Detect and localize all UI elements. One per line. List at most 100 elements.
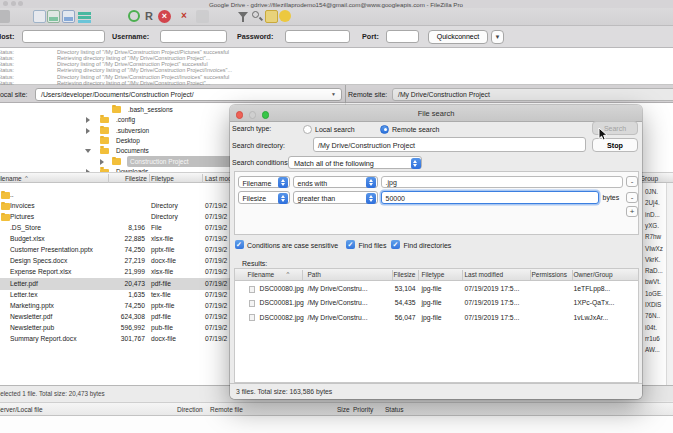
result-row[interactable]: DSC00080.jpg /My Drive/Constru... 53,104… bbox=[235, 282, 638, 296]
queue-col-server-local[interactable]: Server/Local file bbox=[0, 407, 43, 414]
username-input[interactable] bbox=[160, 30, 227, 43]
queue-col-status[interactable]: Status bbox=[385, 407, 403, 414]
dialog-status-bar: 3 files. Total size: 163,586 bytes bbox=[230, 383, 642, 399]
toggle-remote-tree-icon[interactable] bbox=[62, 10, 75, 23]
toolbar: R × × bbox=[0, 8, 673, 26]
minimize-traffic-light[interactable] bbox=[11, 1, 16, 6]
results-col-path[interactable]: Path bbox=[308, 272, 321, 279]
queue-list bbox=[0, 416, 673, 433]
condition-operator-combo[interactable]: ends with bbox=[293, 176, 378, 189]
remove-condition-button[interactable]: - bbox=[626, 176, 638, 187]
password-input[interactable] bbox=[285, 30, 350, 43]
search-conditions-label: Search conditions: bbox=[232, 159, 290, 166]
remote-site-label: Remote site: bbox=[348, 91, 387, 98]
refresh-icon[interactable] bbox=[128, 10, 140, 22]
result-row[interactable]: DSC00081.jpg /My Drive/Constru... 54,435… bbox=[235, 296, 638, 310]
results-col-filesize[interactable]: Filesize bbox=[376, 272, 416, 279]
results-col-filetype[interactable]: Filetype bbox=[422, 272, 445, 279]
filetype-column-header[interactable]: Filetype bbox=[151, 176, 174, 183]
message-log: Status: Directory listing of "/My Drive/… bbox=[0, 48, 673, 85]
remote-site-field[interactable]: /My Drive/Construction Project bbox=[392, 88, 673, 101]
remote-list-scrollbar[interactable] bbox=[666, 183, 673, 385]
match-mode-combo[interactable]: Match all of the following bbox=[288, 156, 422, 169]
results-sort-asc-icon: ^ bbox=[287, 271, 290, 277]
results-col-permissions[interactable]: Permissions bbox=[532, 272, 567, 279]
case-sensitive-checkbox[interactable]: ✓ bbox=[235, 240, 244, 249]
window-title: Google Drive - gdrive://filezillaprodemo… bbox=[209, 2, 463, 8]
site-manager-icon[interactable] bbox=[0, 10, 10, 23]
local-search-label[interactable]: Local search bbox=[315, 126, 355, 133]
condition-value-input[interactable]: .jpg bbox=[381, 176, 623, 189]
zoom-traffic-light[interactable] bbox=[18, 1, 23, 6]
file-icon bbox=[249, 314, 255, 321]
site-bars: Local site: /Users/developer/Documents/C… bbox=[0, 85, 673, 103]
local-search-radio[interactable] bbox=[303, 125, 312, 134]
quickconnect-bar: Host: Username: Password: Port: Quickcon… bbox=[0, 26, 673, 48]
remote-owner-cell: VkrK. bbox=[645, 257, 660, 263]
filter-icon[interactable] bbox=[237, 10, 250, 23]
port-input[interactable] bbox=[386, 30, 419, 43]
find-directories-checkbox[interactable]: ✓ bbox=[391, 240, 400, 249]
remote-owner-cell: i04t. bbox=[645, 325, 657, 331]
search-directory-value: /My Drive/Construction Project bbox=[318, 142, 415, 149]
process-queue-icon[interactable]: R bbox=[145, 11, 153, 22]
condition-field-combo[interactable]: Filesize bbox=[238, 191, 290, 204]
remote-site-path: /My Drive/Construction Project bbox=[398, 92, 490, 99]
local-site-combo[interactable]: /Users/developer/Documents/Construction … bbox=[35, 88, 342, 101]
toggle-queue-icon[interactable] bbox=[78, 10, 91, 23]
queue-col-priority[interactable]: Priority bbox=[353, 407, 373, 414]
results-col-filename[interactable]: Filename bbox=[248, 272, 275, 279]
remote-search-label[interactable]: Remote search bbox=[392, 126, 439, 133]
condition-field-combo[interactable]: Filename bbox=[238, 176, 290, 189]
local-site-dropdown-arrow[interactable]: ▼ bbox=[331, 92, 336, 97]
match-mode-value: Match all of the following bbox=[294, 160, 374, 167]
host-input[interactable] bbox=[22, 30, 105, 43]
dialog-zoom-button[interactable] bbox=[262, 111, 270, 119]
filezilla-window: Google Drive - gdrive://filezillaprodemo… bbox=[0, 0, 673, 433]
filename-column-header[interactable]: Filename bbox=[0, 176, 22, 183]
filesize-column-header[interactable]: Filesize bbox=[110, 176, 147, 183]
dialog-title: File search bbox=[418, 110, 455, 118]
compare-icon[interactable] bbox=[265, 10, 278, 23]
sort-asc-icon: ^ bbox=[25, 175, 28, 181]
sync-browsing-icon[interactable] bbox=[279, 10, 291, 22]
find-files-checkbox[interactable]: ✓ bbox=[346, 240, 355, 249]
dialog-titlebar: File search bbox=[230, 105, 642, 122]
queue-col-direction[interactable]: Direction bbox=[177, 407, 203, 414]
quickconnect-dropdown-button[interactable]: ▼ bbox=[491, 30, 504, 44]
dialog-minimize-button[interactable] bbox=[249, 111, 257, 119]
search-icon[interactable] bbox=[251, 10, 264, 23]
queue-col-size[interactable]: Size bbox=[337, 407, 350, 414]
add-condition-button[interactable]: + bbox=[626, 206, 638, 217]
pane-splitter[interactable] bbox=[345, 85, 346, 103]
close-traffic-light[interactable] bbox=[3, 1, 8, 6]
search-directory-input[interactable]: /My Drive/Construction Project bbox=[313, 137, 586, 152]
remote-search-radio[interactable] bbox=[380, 125, 389, 134]
remote-owner-cell: VIwXz bbox=[645, 246, 663, 252]
host-label: Host: bbox=[0, 33, 14, 40]
results-col-last-modified[interactable]: Last modified bbox=[465, 272, 504, 279]
cancel-icon[interactable]: × bbox=[158, 10, 171, 23]
toggle-local-tree-icon[interactable] bbox=[47, 10, 60, 23]
reconnect-icon[interactable] bbox=[196, 10, 209, 23]
quickconnect-button[interactable]: Quickconnect bbox=[428, 30, 488, 44]
remote-owner-cell: IXDiS bbox=[645, 302, 661, 308]
search-directory-label: Search directory: bbox=[232, 142, 285, 149]
toggle-log-icon[interactable] bbox=[33, 10, 46, 23]
dialog-close-button[interactable] bbox=[236, 111, 244, 119]
find-directories-label[interactable]: Find directories bbox=[404, 242, 452, 249]
condition-operator-combo[interactable]: greater than bbox=[293, 191, 378, 204]
remove-condition-button[interactable]: - bbox=[626, 192, 638, 203]
disconnect-icon[interactable]: × bbox=[181, 11, 187, 21]
remote-owner-cell: AW... bbox=[645, 347, 660, 353]
port-label: Port: bbox=[362, 33, 379, 40]
find-files-label[interactable]: Find files bbox=[359, 242, 387, 249]
remote-owner-cell: 2Uj4. bbox=[645, 200, 660, 206]
queue-col-remote-file[interactable]: Remote file bbox=[210, 407, 243, 414]
results-col-owner-group[interactable]: Owner/Group bbox=[574, 272, 613, 279]
results-header: Filename ^ Path Filesize Filetype Last m… bbox=[235, 269, 638, 281]
case-sensitive-label[interactable]: Conditions are case sensitive bbox=[247, 242, 338, 249]
local-site-path: /Users/developer/Documents/Construction … bbox=[41, 92, 194, 99]
result-row[interactable]: DSC00082.jpg /My Drive/Constru... 56,047… bbox=[235, 311, 638, 325]
condition-value-input-focused[interactable]: 50000 bbox=[381, 191, 599, 205]
